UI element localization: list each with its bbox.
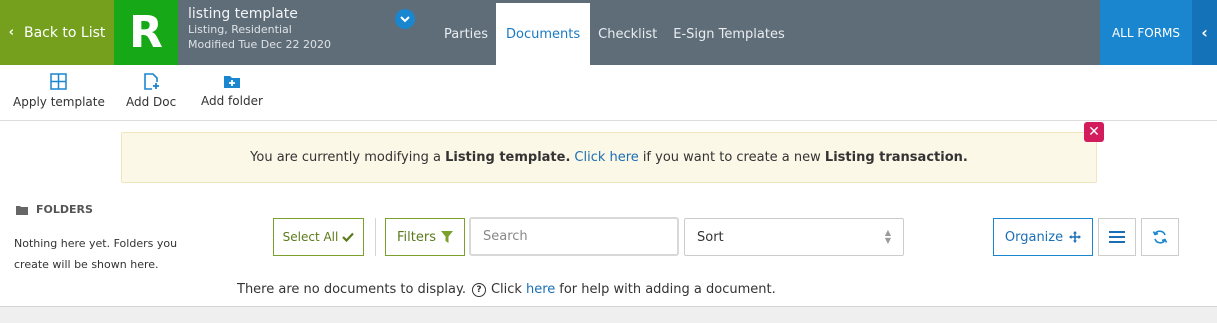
template-notice-banner: You are currently modifying a Listing te… <box>121 132 1097 183</box>
filters-label: Filters <box>397 229 436 245</box>
organize-button[interactable]: Organize <box>993 218 1093 256</box>
apply-template-label: Apply template <box>13 95 105 109</box>
chevron-down-icon <box>400 15 410 22</box>
help-text-after: for help with adding a document. <box>559 282 776 297</box>
create-transaction-link[interactable]: Click here <box>574 150 638 165</box>
collapse-forms-button[interactable]: ‹ <box>1192 0 1217 65</box>
chevron-left-icon: ‹ <box>1201 23 1208 42</box>
no-documents-message: There are no documents to display. ? Cli… <box>237 282 776 297</box>
help-link[interactable]: here <box>526 282 555 297</box>
template-title: listing template <box>188 6 298 22</box>
add-doc-label: Add Doc <box>126 95 177 109</box>
sort-select[interactable]: Sort ▲ ▼ <box>684 218 904 256</box>
no-documents-text: There are no documents to display. <box>237 282 466 297</box>
folders-empty-text: Nothing here yet. Folders you create wil… <box>14 237 178 271</box>
sort-arrows-icon: ▲ ▼ <box>884 228 891 245</box>
list-icon <box>1109 231 1125 243</box>
select-all-label: Select All <box>282 230 339 244</box>
sort-label: Sort <box>697 229 724 245</box>
organize-label: Organize <box>1004 229 1064 245</box>
add-doc-button[interactable]: Add Doc <box>126 73 176 109</box>
documents-panel: You are currently modifying a Listing te… <box>0 121 1217 307</box>
banner-bold-template: Listing template. <box>445 150 571 165</box>
apply-template-button[interactable]: Apply template <box>13 73 105 109</box>
help-icon: ? <box>471 282 486 297</box>
refresh-icon <box>1152 230 1168 244</box>
tab-esign-templates[interactable]: E-Sign Templates <box>665 3 792 65</box>
template-info: listing template Listing, Residential Mo… <box>188 6 331 52</box>
tab-parties[interactable]: Parties <box>436 3 496 65</box>
chevron-left-icon: ‹ <box>8 25 14 40</box>
all-forms-button[interactable]: ALL FORMS <box>1100 0 1192 65</box>
checkmark-icon <box>342 232 355 242</box>
move-arrows-icon <box>1069 231 1082 243</box>
top-header: ‹ Back to List R listing template Listin… <box>0 0 1217 65</box>
action-toolbar: Apply template Add Doc Add folder <box>0 65 1217 121</box>
add-folder-label: Add folder <box>201 94 263 108</box>
banner-bold-transaction: Listing transaction. <box>824 150 968 165</box>
close-icon: ✕ <box>1088 124 1100 140</box>
banner-text-middle: if you want to create a new <box>642 150 821 165</box>
tab-bar: Parties Documents Checklist E-Sign Templ… <box>436 3 793 65</box>
folder-icon <box>16 205 28 215</box>
list-view-button[interactable] <box>1098 218 1136 256</box>
template-details-toggle[interactable] <box>395 9 415 29</box>
refresh-button[interactable] <box>1141 218 1179 256</box>
select-all-button[interactable]: Select All <box>273 218 364 256</box>
folders-heading-label: FOLDERS <box>36 203 93 216</box>
controls-divider <box>375 218 376 256</box>
search-input[interactable] <box>469 217 679 256</box>
template-type: Listing, Residential <box>188 23 292 36</box>
app-logo: R <box>114 0 178 65</box>
add-folder-button[interactable]: Add folder <box>201 73 263 108</box>
folders-heading: FOLDERS <box>16 203 93 216</box>
template-modified: Modified Tue Dec 22 2020 <box>188 38 331 51</box>
back-to-list-label: Back to List <box>23 24 106 41</box>
back-to-list-button[interactable]: ‹ Back to List <box>0 0 114 65</box>
add-folder-icon <box>223 76 240 88</box>
banner-text-before: You are currently modifying a <box>250 150 441 165</box>
tab-documents[interactable]: Documents <box>496 3 591 65</box>
close-banner-button[interactable]: ✕ <box>1084 122 1104 142</box>
add-document-icon <box>143 73 160 90</box>
tab-checklist[interactable]: Checklist <box>590 3 665 65</box>
grid-icon <box>50 73 68 90</box>
filters-button[interactable]: Filters <box>385 218 465 256</box>
filter-icon <box>440 230 453 243</box>
click-text: Click <box>490 282 522 297</box>
